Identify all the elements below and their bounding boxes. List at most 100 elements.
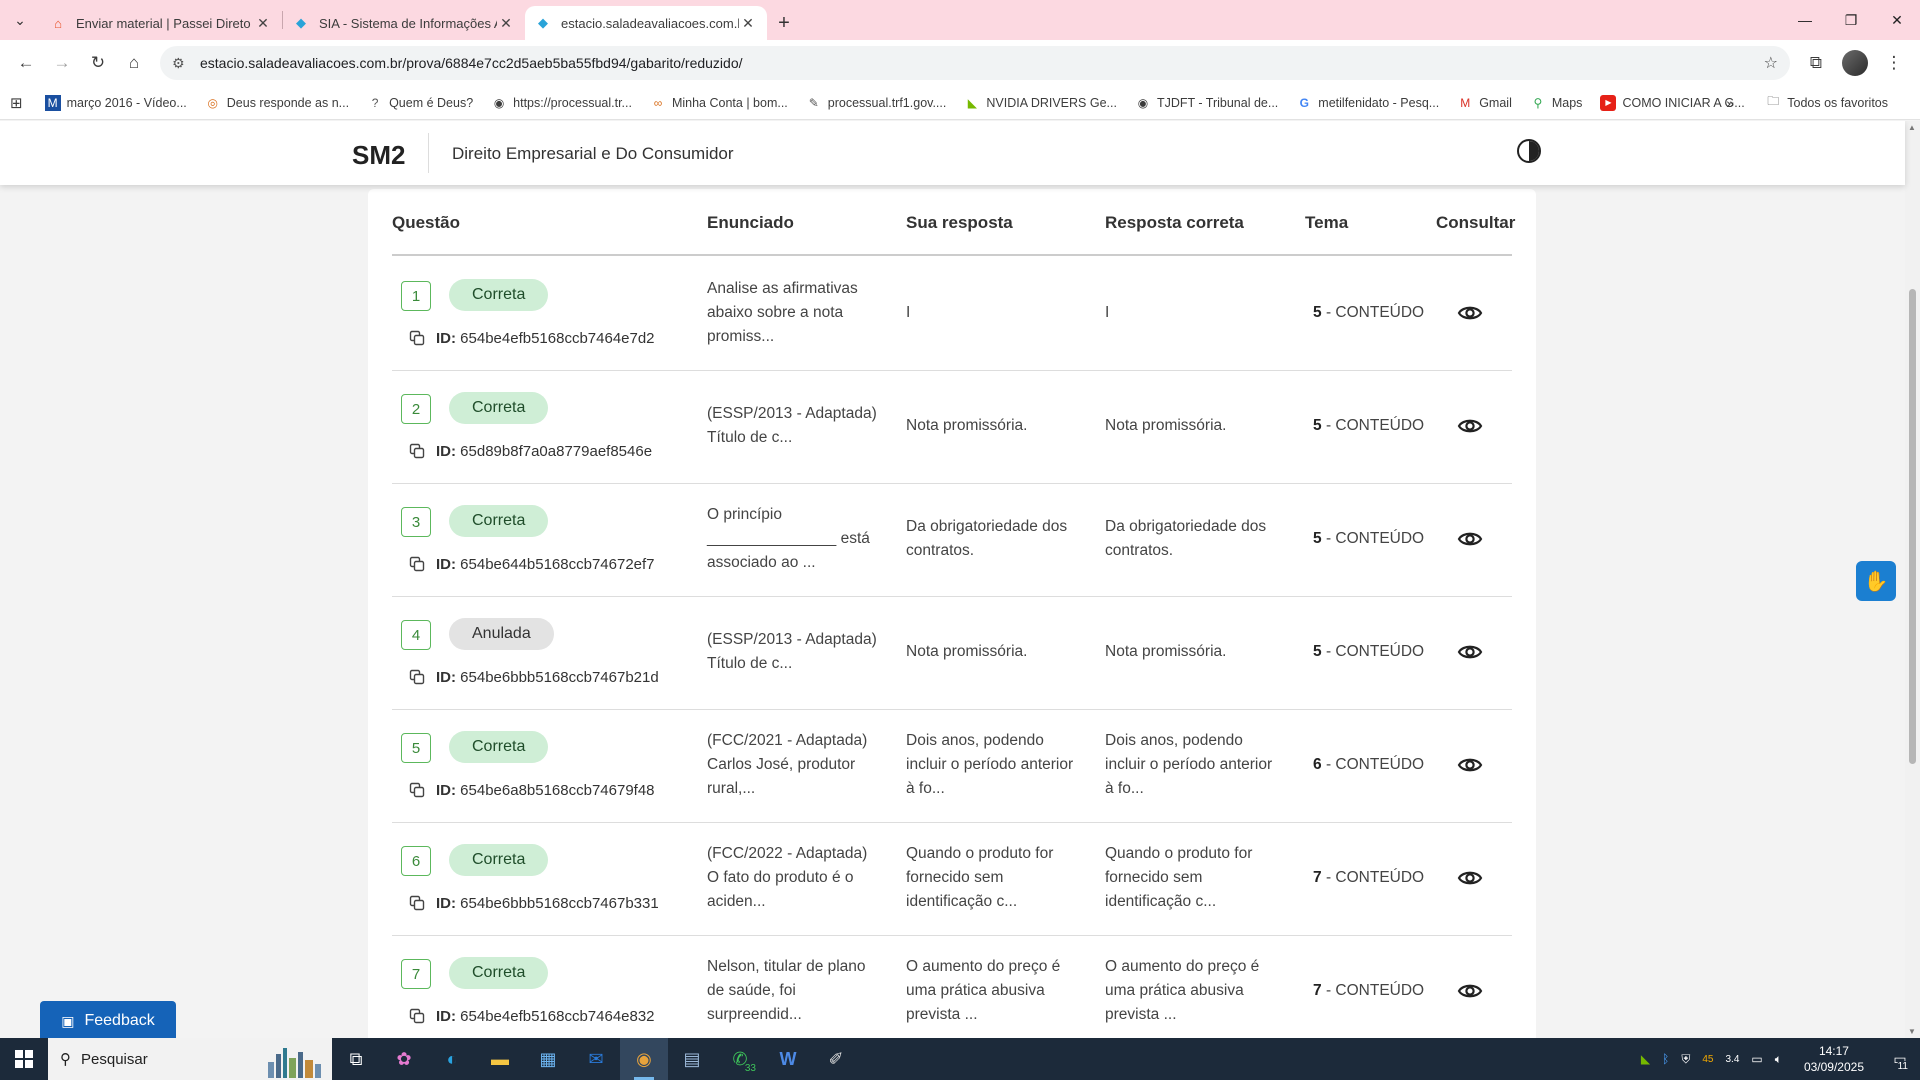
word-icon[interactable]: W xyxy=(764,1038,812,1080)
site-info-icon[interactable]: ⚙ xyxy=(172,55,192,72)
bookmark-item[interactable]: ◣ NVIDIA DRIVERS Ge... xyxy=(964,95,1117,111)
bookmark-item[interactable]: ∞ Minha Conta | bom... xyxy=(650,95,788,111)
extensions-icon[interactable]: ⧉ xyxy=(1798,45,1834,81)
forward-button[interactable]: → xyxy=(44,45,80,81)
feedback-button[interactable]: ▣ Feedback xyxy=(40,1001,176,1038)
status-badge: Anulada xyxy=(449,618,554,650)
eye-icon[interactable] xyxy=(1457,300,1483,326)
outlook-icon[interactable]: ✉ xyxy=(572,1038,620,1080)
copilot-icon[interactable]: ✿ xyxy=(380,1038,428,1080)
bluetooth-icon[interactable]: ᛒ xyxy=(1662,1052,1669,1066)
eye-icon[interactable] xyxy=(1457,865,1483,891)
table-row: 7 Correta ID: 654be4efb5168ccb7464e832 Nels… xyxy=(392,936,1512,1038)
tab-passei-direto[interactable]: ⌂ Enviar material | Passei Direto ✕ xyxy=(40,6,282,40)
col-tema: Tema xyxy=(1305,213,1349,232)
bookmark-item[interactable]: ⚲ Maps xyxy=(1530,95,1582,111)
diamond-icon: ◆ xyxy=(296,15,306,30)
taskbar-search[interactable]: ⚲ Pesquisar xyxy=(48,1038,332,1080)
bookmark-item[interactable]: M Gmail xyxy=(1457,95,1512,111)
chrome-icon[interactable]: ◉ xyxy=(620,1038,668,1080)
reload-button[interactable]: ↻ xyxy=(80,45,116,81)
id-value: 654be4efb5168ccb7464e7d2 xyxy=(460,330,655,347)
address-bar[interactable]: ⚙ estacio.saladeavaliacoes.com.br/prova/… xyxy=(160,46,1790,80)
copy-icon[interactable] xyxy=(409,782,425,798)
bookmark-item[interactable]: ? Quem é Deus? xyxy=(367,95,473,111)
gmail-icon: M xyxy=(1460,95,1471,110)
question-id: ID: 654be6bbb5168ccb7467b21d xyxy=(436,669,659,686)
tab-title: SIA - Sistema de Informações Ac xyxy=(319,15,497,31)
network-icon[interactable]: ▭ xyxy=(1751,1052,1762,1066)
copy-icon[interactable] xyxy=(409,556,425,572)
status-badge: Correta xyxy=(449,505,549,537)
scrollbar[interactable]: ▲ ▼ xyxy=(1905,121,1920,1038)
volume-icon[interactable]: 🔈︎ xyxy=(1775,1052,1782,1067)
eye-icon[interactable] xyxy=(1457,526,1483,552)
contrast-toggle-icon[interactable] xyxy=(1517,139,1541,163)
scroll-thumb[interactable] xyxy=(1909,289,1916,764)
security-icon[interactable]: ⛨ xyxy=(1681,1052,1690,1067)
calculator-icon[interactable]: ▤ xyxy=(668,1038,716,1080)
tema-text: - CONTEÚDO xyxy=(1325,981,1425,999)
more-bookmarks-icon[interactable]: » xyxy=(1726,95,1734,111)
tema-number: 7 xyxy=(1313,981,1322,999)
copy-icon[interactable] xyxy=(409,669,425,685)
home-button[interactable]: ⌂ xyxy=(116,45,152,81)
tab-saladeavaliacoes[interactable]: ◆ estacio.saladeavaliacoes.com.br ✕ xyxy=(525,6,767,40)
bookmark-item[interactable]: ▶ COMO INICIAR A G... xyxy=(1600,94,1745,111)
new-tab-button[interactable]: + xyxy=(767,6,801,40)
file-explorer-icon[interactable]: ▬ xyxy=(476,1038,524,1080)
bookmark-item[interactable]: ✎ processual.trf1.gov.... xyxy=(806,95,947,111)
restore-icon[interactable]: ❐ xyxy=(1828,0,1874,40)
eye-icon[interactable] xyxy=(1457,639,1483,665)
scroll-down-icon[interactable]: ▼ xyxy=(1908,1027,1916,1036)
scroll-up-icon[interactable]: ▲ xyxy=(1908,123,1916,132)
eye-icon[interactable] xyxy=(1457,978,1483,1004)
whatsapp-icon[interactable]: ✆ 33 xyxy=(716,1038,764,1080)
eye-icon[interactable] xyxy=(1457,752,1483,778)
back-button[interactable]: ← xyxy=(8,45,44,81)
status-badge: Correta xyxy=(449,279,549,311)
copy-icon[interactable] xyxy=(409,895,425,911)
enunciado-cell: Analise as afirmativas abaixo sobre a no… xyxy=(707,279,858,345)
copy-icon[interactable] xyxy=(409,443,425,459)
status-badge: Correta xyxy=(449,392,549,424)
profile-avatar[interactable] xyxy=(1842,50,1868,76)
bookmarks-bar: ⊞ Mmarço 2016 - Vídeo... ◎ Deus responde … xyxy=(0,86,1920,120)
copy-icon[interactable] xyxy=(409,330,425,346)
bookmark-item[interactable]: ◉ https://processual.tr... xyxy=(491,95,632,111)
windows-start-icon[interactable] xyxy=(0,1038,48,1080)
minimize-icon[interactable]: — xyxy=(1782,0,1828,40)
tema-number: 5 xyxy=(1313,529,1322,547)
table-row: 6 Correta ID: 654be6bbb5168ccb7467b331 (FCC… xyxy=(392,823,1512,936)
globe-icon: ◎ xyxy=(207,95,219,110)
copy-icon[interactable] xyxy=(409,1008,425,1024)
id-value: 654be6a8b5168ccb74679f48 xyxy=(460,782,655,799)
question-icon: ? xyxy=(371,95,379,110)
apps-grid-icon[interactable]: ⊞ xyxy=(10,94,23,112)
close-icon[interactable]: ✕ xyxy=(254,15,272,32)
all-bookmarks-folder[interactable]: 🗀 Todos os favoritos xyxy=(1765,94,1888,111)
nvidia-tray-icon[interactable]: ◣ xyxy=(1641,1052,1650,1066)
bookmark-item[interactable]: ◉ TJDFT - Tribunal de... xyxy=(1135,95,1279,111)
bookmark-item[interactable]: ◎ Deus responde as n... xyxy=(205,95,350,111)
task-view-icon[interactable]: ⧉ xyxy=(332,1038,380,1080)
close-icon[interactable]: ✕ xyxy=(497,15,515,32)
col-enunciado: Enunciado xyxy=(707,213,794,232)
edge-icon[interactable]: ◐ xyxy=(428,1038,476,1080)
bookmark-star-icon[interactable]: ☆ xyxy=(1764,53,1778,73)
tab-search-icon[interactable]: ⌄ xyxy=(0,0,40,40)
menu-icon[interactable]: ⋮ xyxy=(1876,45,1912,81)
store-icon[interactable]: ▦ xyxy=(524,1038,572,1080)
notifications-icon[interactable]: ▭ 11 xyxy=(1880,1038,1920,1080)
sign-language-icon[interactable]: ✋ xyxy=(1856,561,1896,601)
clock[interactable]: 14:17 03/09/2025 xyxy=(1798,1043,1870,1075)
bookmark-item[interactable]: Mmarço 2016 - Vídeo... xyxy=(44,94,187,111)
tab-sia[interactable]: ◆ SIA - Sistema de Informações Ac ✕ xyxy=(283,6,525,40)
enunciado-cell: (FCC/2022 - Adaptada) O fato do produto … xyxy=(707,844,868,910)
close-icon[interactable]: ✕ xyxy=(739,15,757,32)
close-window-icon[interactable]: ✕ xyxy=(1874,0,1920,40)
window-controls: — ❐ ✕ xyxy=(1782,0,1920,40)
paint-icon[interactable]: ✐ xyxy=(812,1038,860,1080)
bookmark-item[interactable]: Gmetilfenidato - Pesq... xyxy=(1296,95,1440,111)
eye-icon[interactable] xyxy=(1457,413,1483,439)
